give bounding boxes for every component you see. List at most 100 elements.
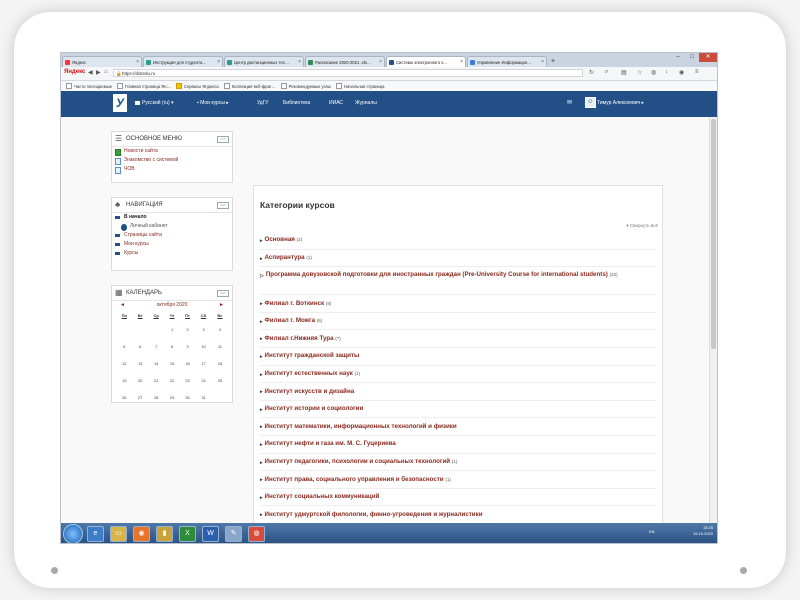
calendar-day[interactable]: 6: [133, 338, 148, 355]
sync-icon[interactable]: ◉: [679, 69, 684, 76]
calendar-day[interactable]: 10: [195, 338, 212, 355]
nav-item-courses[interactable]: Курсы: [112, 249, 232, 258]
user-avatar[interactable]: ☺: [585, 97, 596, 108]
nav-link-journals[interactable]: Журналы: [355, 100, 377, 106]
nav-link-library[interactable]: Библиотека: [283, 100, 310, 106]
calendar-day[interactable]: 13: [133, 355, 148, 372]
calendar-day[interactable]: 2: [180, 321, 195, 338]
minimize-icon[interactable]: –: [671, 53, 685, 62]
calendar-day[interactable]: 22: [164, 372, 179, 389]
menu-item-faq[interactable]: ЧОВ: [112, 165, 232, 174]
browser-tab[interactable]: Расписание 2020-2021 .xls… ×: [305, 56, 385, 67]
calendar-day[interactable]: 30: [180, 389, 195, 406]
new-tab-icon[interactable]: +: [551, 56, 555, 67]
calendar-day[interactable]: 3: [195, 321, 212, 338]
calendar-day[interactable]: 15: [164, 355, 179, 372]
bookmark-item[interactable]: Часто посещаемые: [66, 83, 112, 89]
pocket-icon[interactable]: ◍: [651, 69, 656, 76]
calendar-day[interactable]: 27: [133, 389, 148, 406]
calendar-day[interactable]: 4: [212, 321, 228, 338]
calendar-day[interactable]: 20: [133, 372, 148, 389]
expand-arrow-icon[interactable]: ▸: [260, 354, 263, 360]
nav-item-home[interactable]: В начало: [112, 213, 232, 222]
expand-arrow-icon[interactable]: ▸: [260, 407, 263, 413]
course-category[interactable]: ▸ Институт педагогики, психологии и социа…: [260, 454, 656, 472]
search-icon[interactable]: ⌕: [605, 69, 608, 76]
next-month-icon[interactable]: ►: [219, 301, 224, 310]
chrome-taskbar-icon[interactable]: ◍: [248, 526, 265, 542]
calendar-day[interactable]: 21: [148, 372, 165, 389]
course-category[interactable]: ▷ Программа довузовской подготовки для ин…: [260, 267, 656, 296]
calendar-day[interactable]: 19: [116, 372, 133, 389]
calendar-day[interactable]: 5: [116, 338, 133, 355]
tab-close-icon[interactable]: ×: [541, 57, 544, 67]
expand-arrow-icon[interactable]: ▸: [260, 238, 263, 244]
home-icon[interactable]: ⌂: [104, 69, 108, 75]
expand-arrow-icon[interactable]: ▸: [260, 389, 263, 395]
course-category[interactable]: ▸ Институт социальных коммуникаций: [260, 489, 656, 507]
expand-arrow-icon[interactable]: ▸: [260, 256, 263, 262]
calendar-day[interactable]: 8: [164, 338, 179, 355]
language-menu[interactable]: Русский (ru) ▾: [135, 100, 174, 106]
firefox-taskbar-icon[interactable]: ◉: [133, 526, 150, 542]
calendar-day[interactable]: 26: [116, 389, 133, 406]
calendar-day[interactable]: 31: [195, 389, 212, 406]
tab-close-icon[interactable]: ×: [298, 57, 301, 67]
expand-arrow-icon[interactable]: ▸: [260, 477, 263, 483]
expand-arrow-icon[interactable]: ▸: [260, 424, 263, 430]
expand-arrow-icon[interactable]: ▷: [260, 273, 264, 279]
nav-link-udgu[interactable]: УдГУ: [257, 100, 269, 106]
course-category[interactable]: ▸ Институт искусств и дизайна: [260, 383, 656, 401]
calendar-day[interactable]: 14: [148, 355, 165, 372]
expand-arrow-icon[interactable]: ▸: [260, 372, 263, 378]
calendar-day[interactable]: 24: [195, 372, 212, 389]
browser-tab[interactable]: Инструкция для студента… ×: [143, 56, 223, 67]
calendar-day[interactable]: 1: [164, 321, 179, 338]
calendar-day[interactable]: 9: [180, 338, 195, 355]
address-input[interactable]: 🔒 https://distedu.ru: [113, 69, 583, 77]
files-taskbar-icon[interactable]: ▮: [156, 526, 173, 542]
messages-icon[interactable]: ✉: [567, 99, 572, 106]
calendar-day[interactable]: 18: [212, 355, 228, 372]
browser-tab[interactable]: Система электронного о… ×: [386, 56, 466, 67]
collapse-all-link[interactable]: ▾ Свернуть всё: [626, 223, 658, 229]
extension-icon[interactable]: ▤: [621, 69, 627, 76]
calendar-day[interactable]: 16: [180, 355, 195, 372]
ie-taskbar-icon[interactable]: e: [87, 526, 104, 542]
nav-link-iias[interactable]: ИИАС: [329, 100, 343, 106]
prev-month-icon[interactable]: ◄: [120, 301, 125, 310]
window-close-icon[interactable]: ✕: [699, 53, 717, 62]
yandex-logo[interactable]: Яндекс: [64, 69, 85, 75]
course-category[interactable]: ▸ Институт истории и социологии: [260, 401, 656, 419]
calendar-day[interactable]: 11: [212, 338, 228, 355]
forward-icon[interactable]: ▶: [96, 69, 101, 76]
calendar-day[interactable]: 25: [212, 372, 228, 389]
maximize-icon[interactable]: □: [685, 53, 699, 62]
calendar-day[interactable]: 7: [148, 338, 165, 355]
course-category[interactable]: ▸ Институт гражданской защиты: [260, 348, 656, 366]
calendar-day[interactable]: 17: [195, 355, 212, 372]
expand-arrow-icon[interactable]: ▸: [260, 495, 263, 501]
menu-icon[interactable]: ≡: [695, 69, 699, 75]
course-category[interactable]: ▸ Филиал г.Нижняя Тура (7): [260, 330, 656, 348]
course-category[interactable]: ▸ Основная (2): [260, 232, 656, 250]
calendar-day[interactable]: 12: [116, 355, 133, 372]
back-icon[interactable]: ◀: [88, 69, 93, 76]
tab-close-icon[interactable]: ×: [460, 57, 463, 67]
nav-item-cabinet[interactable]: Личный кабинет: [112, 222, 232, 231]
block-controls-icon[interactable]: ▭▭: [217, 136, 229, 143]
calendar-day[interactable]: 28: [148, 389, 165, 406]
system-clock[interactable]: 15:25 19.10.2020: [693, 525, 713, 537]
bookmark-item[interactable]: Коллекция веб-фраг…: [223, 83, 276, 89]
word-taskbar-icon[interactable]: W: [202, 526, 219, 542]
reload-icon[interactable]: ↻: [589, 69, 594, 76]
tab-close-icon[interactable]: ×: [217, 57, 220, 67]
course-category[interactable]: ▸ Институт удмуртской филологии, финно-уг…: [260, 506, 656, 524]
course-category[interactable]: ▸ Институт математики, информационных тех…: [260, 418, 656, 436]
expand-arrow-icon[interactable]: ▸: [260, 336, 263, 342]
expand-arrow-icon[interactable]: ▸: [260, 319, 263, 325]
tab-close-icon[interactable]: ×: [379, 57, 382, 67]
folder-taskbar-icon[interactable]: ▭: [110, 526, 127, 542]
bookmark-star-icon[interactable]: ☆: [637, 69, 642, 76]
browser-tab[interactable]: Управление Информацио… ×: [467, 56, 547, 67]
